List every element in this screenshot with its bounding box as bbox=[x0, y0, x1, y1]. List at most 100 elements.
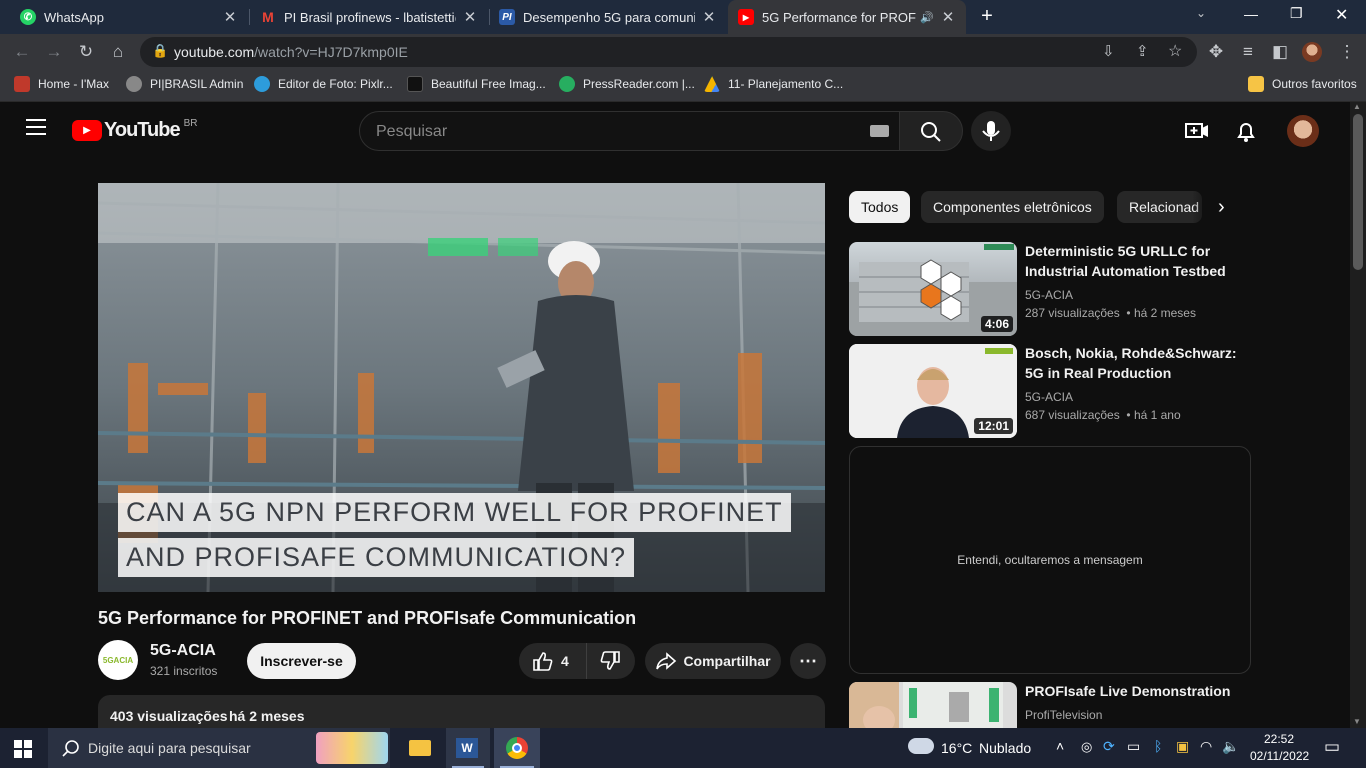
youtube-logo[interactable]: ▶ YouTube BR bbox=[72, 118, 197, 142]
search-button[interactable] bbox=[899, 111, 963, 151]
whatsapp-icon: ✆ bbox=[20, 9, 36, 25]
video-player[interactable]: CAN A 5G NPN PERFORM WELL FOR PROFINET A… bbox=[98, 183, 825, 592]
cloud-weather-icon[interactable] bbox=[908, 738, 934, 754]
keyboard-icon[interactable] bbox=[870, 125, 889, 137]
forward-button[interactable]: → bbox=[40, 34, 68, 70]
search-icon bbox=[62, 740, 79, 757]
clock-time[interactable]: 22:52 bbox=[1264, 732, 1294, 746]
scrollbar-thumb[interactable] bbox=[1353, 114, 1363, 270]
close-window-button[interactable]: ✕ bbox=[1335, 5, 1348, 25]
pixlr-icon bbox=[254, 76, 270, 92]
account-avatar[interactable] bbox=[1287, 115, 1319, 147]
notifications-bell-icon[interactable] bbox=[1234, 118, 1258, 144]
hamburger-menu-icon[interactable] bbox=[26, 119, 46, 135]
chevron-right-icon[interactable]: › bbox=[1218, 196, 1225, 219]
side-panel-icon[interactable]: ◧ bbox=[1266, 34, 1294, 70]
more-actions-button[interactable]: ⋯ bbox=[790, 643, 826, 679]
battery-icon[interactable]: ▣ bbox=[1176, 738, 1189, 755]
tab-title: 5G Performance for PROFINE bbox=[762, 9, 916, 25]
close-tab-icon[interactable]: ✕ bbox=[701, 8, 717, 26]
channel-name[interactable]: 5G-ACIA bbox=[150, 642, 216, 660]
display-icon[interactable]: ▭ bbox=[1127, 738, 1140, 755]
address-bar[interactable]: 🔒 youtube.com/watch?v=HJ7D7kmp0IE ⇩ ⇪ ☆ bbox=[140, 37, 1197, 67]
related-title[interactable]: Deterministic 5G URLLC for Industrial Au… bbox=[1025, 241, 1240, 281]
notification-center-icon[interactable]: ▭ bbox=[1324, 737, 1340, 757]
tab-search-icon[interactable]: ⌄ bbox=[1196, 6, 1206, 20]
volume-icon[interactable]: 🔈 bbox=[1222, 738, 1239, 755]
search-highlight-image bbox=[316, 732, 388, 764]
bookmark-item[interactable]: Beautiful Free Imag... bbox=[407, 70, 546, 98]
windows-taskbar: Digite aqui para pesquisar W 16°C Nublad… bbox=[0, 728, 1366, 768]
subscriber-count: 321 inscritos bbox=[150, 664, 218, 678]
sync-icon[interactable]: ⟳ bbox=[1103, 738, 1115, 755]
meet-icon[interactable]: ◎ bbox=[1081, 739, 1092, 755]
bookmark-item[interactable]: Editor de Foto: Pixlr... bbox=[254, 70, 393, 98]
related-title[interactable]: Bosch, Nokia, Rohde&Schwarz: 5G in Real … bbox=[1025, 343, 1240, 383]
audio-playing-icon[interactable]: 🔊 bbox=[920, 11, 934, 24]
lock-icon[interactable]: 🔒 bbox=[152, 43, 168, 59]
wifi-icon[interactable]: ◠ bbox=[1200, 738, 1212, 755]
page-scrollbar[interactable]: ▲ ▼ bbox=[1350, 102, 1366, 728]
chip-todos[interactable]: Todos bbox=[849, 191, 911, 223]
related-channel[interactable]: 5G-ACIA bbox=[1025, 288, 1073, 302]
bookmark-item[interactable]: PressReader.com |... bbox=[559, 70, 695, 98]
unsplash-icon bbox=[407, 76, 423, 92]
search-input[interactable]: Pesquisar bbox=[359, 111, 900, 151]
share-button[interactable]: Compartilhar bbox=[645, 643, 781, 679]
restore-button[interactable]: ❐ bbox=[1290, 5, 1303, 22]
tab-pi-desempenho[interactable]: PI Desempenho 5G para comunicaç ✕ bbox=[489, 0, 727, 34]
bookmark-item[interactable]: 11- Planejamento C... bbox=[704, 70, 843, 98]
bookmark-item[interactable]: Home - I'Max bbox=[14, 70, 109, 98]
tab-gmail[interactable]: M PI Brasil profinews - lbatistetti@g ✕ bbox=[250, 0, 488, 34]
related-title[interactable]: PROFIsafe Live Demonstration bbox=[1025, 681, 1240, 701]
related-thumbnail[interactable]: 4:06 bbox=[849, 242, 1017, 336]
media-control-icon[interactable]: ≡ bbox=[1234, 34, 1262, 70]
related-thumbnail[interactable] bbox=[849, 682, 1017, 728]
install-app-icon[interactable]: ⇩ bbox=[1102, 42, 1115, 60]
home-button[interactable]: ⌂ bbox=[104, 34, 132, 70]
subscribe-button[interactable]: Inscrever-se bbox=[247, 643, 356, 679]
like-button[interactable]: 4 bbox=[519, 643, 587, 679]
create-video-icon[interactable] bbox=[1184, 118, 1210, 144]
upload-age: há 2 meses bbox=[229, 708, 305, 724]
taskbar-search-box[interactable]: Digite aqui para pesquisar bbox=[48, 728, 390, 768]
other-bookmarks-folder[interactable]: Outros favoritos bbox=[1248, 70, 1357, 98]
profile-avatar[interactable] bbox=[1302, 42, 1322, 62]
back-button[interactable]: ← bbox=[8, 34, 36, 70]
channel-avatar[interactable]: 5GACIA bbox=[98, 640, 138, 680]
clock-date[interactable]: 02/11/2022 bbox=[1250, 749, 1309, 763]
voice-search-button[interactable] bbox=[971, 111, 1011, 151]
bluetooth-icon[interactable]: ᛒ bbox=[1154, 738, 1162, 754]
related-channel[interactable]: ProfiTelevision bbox=[1025, 708, 1102, 722]
scroll-up-icon[interactable]: ▲ bbox=[1353, 102, 1361, 111]
video-title: 5G Performance for PROFINET and PROFIsaf… bbox=[98, 608, 637, 628]
extensions-icon[interactable]: ✥ bbox=[1202, 34, 1230, 70]
minimize-button[interactable]: — bbox=[1244, 6, 1258, 22]
chip-relacionados[interactable]: Relacionad bbox=[1117, 191, 1202, 223]
file-explorer-taskbar[interactable] bbox=[400, 728, 440, 768]
tab-whatsapp[interactable]: ✆ WhatsApp ✕ bbox=[10, 0, 248, 34]
close-tab-icon[interactable]: ✕ bbox=[940, 8, 956, 26]
windows-start-icon[interactable] bbox=[14, 740, 32, 758]
share-page-icon[interactable]: ⇪ bbox=[1136, 42, 1149, 60]
pi-icon: PI bbox=[499, 9, 515, 25]
chrome-taskbar[interactable] bbox=[494, 728, 540, 768]
related-channel[interactable]: 5G-ACIA bbox=[1025, 390, 1073, 404]
gmail-icon: M bbox=[262, 9, 274, 25]
chip-componentes[interactable]: Componentes eletrônicos bbox=[921, 191, 1104, 223]
related-thumbnail[interactable]: 12:01 bbox=[849, 344, 1017, 438]
word-taskbar[interactable]: W bbox=[446, 728, 490, 768]
dislike-button[interactable] bbox=[587, 643, 635, 679]
chrome-menu-icon[interactable]: ⋮ bbox=[1333, 34, 1361, 70]
chevron-up-icon[interactable]: ˄ bbox=[1056, 738, 1064, 754]
tab-youtube-active[interactable]: ▶ 5G Performance for PROFINE 🔊 ✕ bbox=[728, 0, 966, 34]
close-tab-icon[interactable]: ✕ bbox=[222, 8, 238, 26]
youtube-play-icon: ▶ bbox=[72, 120, 102, 141]
new-tab-button[interactable]: + bbox=[976, 5, 998, 27]
reload-button[interactable]: ↻ bbox=[72, 34, 100, 70]
close-tab-icon[interactable]: ✕ bbox=[462, 8, 478, 26]
chrome-icon bbox=[506, 737, 528, 759]
scroll-down-icon[interactable]: ▼ bbox=[1353, 717, 1361, 726]
bookmark-star-icon[interactable]: ☆ bbox=[1168, 41, 1182, 61]
bookmark-item[interactable]: PI|BRASIL Admin bbox=[126, 70, 243, 98]
